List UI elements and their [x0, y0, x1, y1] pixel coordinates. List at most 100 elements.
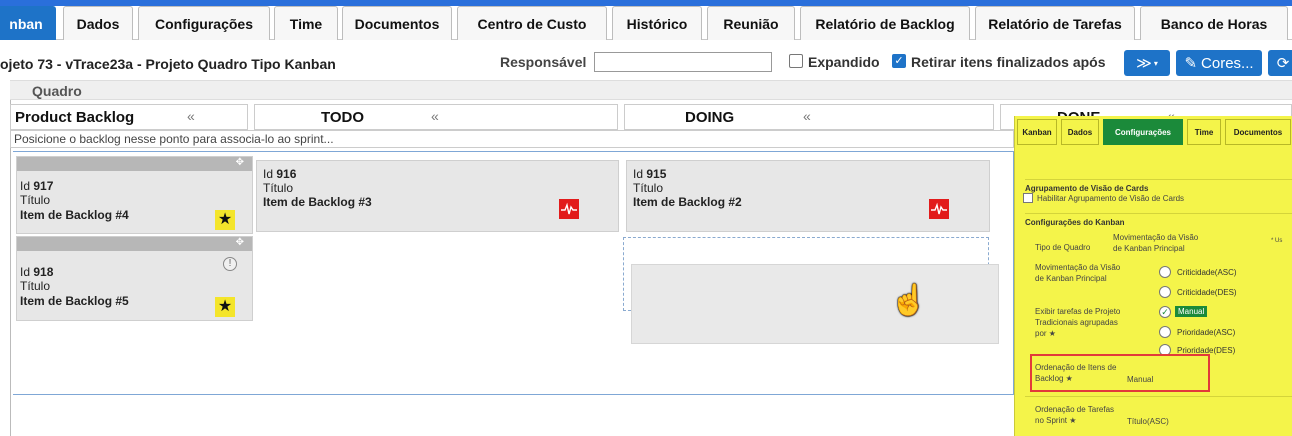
overlay-tab-configuracoes[interactable]: Configurações — [1103, 119, 1183, 145]
overlay-tab-dados[interactable]: Dados — [1061, 119, 1099, 145]
option-label: Criticidade(ASC) — [1177, 268, 1237, 277]
kanban-card[interactable]: ✥ ! Id 918 Título Item de Backlog #5 ★ — [16, 236, 253, 321]
exibir-label: Exibir tarefas de Projeto Tradicionais a… — [1035, 307, 1121, 338]
tab-configuracoes[interactable]: Configurações — [138, 6, 270, 40]
board-left-border — [10, 100, 11, 436]
card-title: Item de Backlog #5 — [20, 294, 129, 308]
quadro-label: Quadro — [32, 83, 82, 99]
retirar-checkbox[interactable]: ✓ — [892, 54, 906, 68]
tab-label: Time — [289, 15, 323, 32]
overlay-divider — [1025, 213, 1292, 214]
tab-label: Centro de Custo — [477, 15, 587, 32]
tab-label: Histórico — [626, 15, 688, 32]
ordenacao-tarefas-label: Ordenação de Tarefas no Sprint ★ — [1035, 405, 1115, 425]
card-id: Id 918 — [20, 265, 54, 279]
responsavel-input[interactable] — [594, 52, 772, 72]
retirar-label: Retirar itens finalizados após — [911, 54, 1106, 70]
kanban-card[interactable]: Id 915 Título Item de Backlog #2 — [626, 160, 990, 232]
kanban-card[interactable]: ✥ Id 917 Título Item de Backlog #4 ★ — [16, 156, 253, 234]
tab-relatorio-de-tarefas[interactable]: Relatório de Tarefas — [975, 6, 1135, 40]
double-chevron-right-icon: ≫ — [1136, 55, 1152, 72]
quadro-section-bar[interactable]: Quadro — [10, 80, 1292, 100]
refresh-icon: ⟳ — [1276, 55, 1290, 72]
hand-cursor-icon: ☝ — [890, 284, 928, 317]
option-radio[interactable] — [1159, 266, 1171, 278]
cores-label: Cores... — [1201, 54, 1254, 72]
tab-label: Dados — [76, 15, 120, 32]
option-label-selected: Manual — [1175, 306, 1208, 317]
option-label: Prioridade(ASC) — [1177, 328, 1236, 337]
project-toolbar: ojeto 73 - vTrace23a - Projeto Quadro Ti… — [0, 50, 1292, 78]
overlay-divider — [1025, 396, 1292, 397]
kanban-card[interactable]: Id 916 Título Item de Backlog #3 — [256, 160, 619, 232]
star-icon: ★ — [215, 297, 235, 317]
tab-dados[interactable]: Dados — [63, 6, 133, 40]
tab-historico[interactable]: Histórico — [612, 6, 702, 40]
highlight-box — [1030, 354, 1210, 392]
tipo-quadro-label: Tipo de Quadro — [1035, 243, 1091, 252]
card-title: Item de Backlog #2 — [633, 195, 742, 209]
collapse-icon[interactable]: « — [431, 108, 439, 124]
tab-kanban[interactable]: nban — [0, 6, 56, 40]
tab-time[interactable]: Time — [274, 6, 338, 40]
collapse-icon[interactable]: « — [803, 108, 811, 124]
option-radio[interactable] — [1159, 286, 1171, 298]
column-header-todo: TODO « — [254, 104, 618, 130]
overlay-tab-time[interactable]: Time — [1187, 119, 1221, 145]
tab-centro-de-custo[interactable]: Centro de Custo — [457, 6, 607, 40]
overlay-tab-documentos[interactable]: Documentos — [1225, 119, 1291, 145]
group-checkbox-label: Habilitar Agrupamento de Visão de Cards — [1037, 194, 1185, 203]
move-icon: ✥ — [235, 237, 244, 248]
card-drag-handle[interactable]: ✥ — [17, 237, 252, 251]
option-radio-selected[interactable]: ✓ — [1159, 306, 1171, 318]
expandido-checkbox[interactable] — [789, 54, 803, 68]
movimentacao-label: Movimentação da Visão de Kanban Principa… — [1113, 233, 1199, 253]
card-drag-handle[interactable]: ✥ — [17, 157, 252, 171]
tipo-quadro-hint: * Us — [1271, 238, 1283, 244]
backlog-drop-hint: Posicione o backlog nesse ponto para ass… — [10, 130, 1014, 148]
card-id: Id 916 — [263, 167, 297, 181]
tab-label: Configurações — [154, 15, 253, 32]
pulse-icon — [559, 199, 579, 219]
dragged-card-ghost[interactable] — [631, 264, 999, 344]
caret-down-icon: ▾ — [1153, 58, 1158, 68]
info-icon[interactable]: ! — [223, 257, 237, 271]
column-header-doing: DOING « — [624, 104, 994, 130]
move-icon: ✥ — [235, 157, 244, 168]
option-radio[interactable] — [1159, 326, 1171, 338]
pulse-icon — [929, 199, 949, 219]
pencil-icon: ✎ — [1184, 55, 1198, 72]
card-title: Item de Backlog #4 — [20, 208, 129, 222]
collapse-icon[interactable]: « — [187, 108, 195, 124]
card-title-label: Título — [20, 193, 51, 207]
movimentacao-label: Movimentação da Visão de Kanban Principa… — [1035, 263, 1121, 283]
column-header-product-backlog: Product Backlog « — [10, 104, 248, 130]
card-id: Id 915 — [633, 167, 667, 181]
tab-label: Relatório de Backlog — [815, 15, 955, 32]
tab-label: Relatório de Tarefas — [988, 15, 1122, 32]
tab-documentos[interactable]: Documentos — [342, 6, 452, 40]
overlay-kanban-section: Configurações do Kanban — [1025, 218, 1125, 227]
tab-label: nban — [9, 15, 43, 32]
column-title: Product Backlog — [15, 109, 135, 126]
overlay-divider — [1025, 179, 1292, 180]
tab-reuniao[interactable]: Reunião — [707, 6, 795, 40]
responsavel-label: Responsável — [500, 54, 587, 70]
refresh-button[interactable]: ⟳ — [1268, 50, 1292, 76]
overlay-tab-kanban[interactable]: Kanban — [1017, 119, 1057, 145]
more-options-button[interactable]: ≫ ▾ — [1124, 50, 1170, 76]
group-checkbox[interactable] — [1023, 193, 1033, 203]
card-title-label: Título — [263, 181, 294, 195]
option-label: Criticidade(DES) — [1177, 288, 1237, 297]
tab-label: Reunião — [723, 15, 779, 32]
ordenacao-tarefas-value[interactable]: Título(ASC) — [1127, 416, 1169, 427]
tab-relatorio-de-backlog[interactable]: Relatório de Backlog — [800, 6, 970, 40]
card-title-label: Título — [633, 181, 664, 195]
tab-label: Banco de Horas — [1160, 15, 1268, 32]
card-id: Id 917 — [20, 179, 54, 193]
column-title: DOING — [685, 109, 735, 126]
star-icon: ★ — [215, 210, 235, 230]
cores-button[interactable]: ✎ Cores... — [1176, 50, 1262, 76]
tab-label: Documentos — [354, 15, 440, 32]
tab-banco-de-horas[interactable]: Banco de Horas — [1140, 6, 1288, 40]
